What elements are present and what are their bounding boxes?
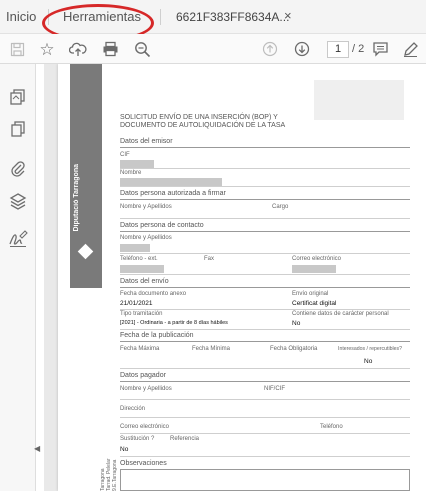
section-divider xyxy=(120,147,410,148)
label-correo-pagador: Correo electrónico xyxy=(120,424,170,430)
section-envio: Datos del envío xyxy=(120,278,169,285)
signature-icon[interactable] xyxy=(7,228,29,250)
value-interesados: No xyxy=(364,358,373,365)
section-divider xyxy=(120,341,410,342)
label-interesados: Interesados / repercutibles? xyxy=(338,346,403,352)
section-persona-contacto: Datos persona de contacto xyxy=(120,222,204,229)
label-cif: CIF xyxy=(120,152,130,158)
header-logo-placeholder xyxy=(314,80,404,120)
document-viewer[interactable]: Diputació Tarragona SOLICITUD ENVÍO DE U… xyxy=(44,64,426,491)
page-number-input[interactable]: 1 xyxy=(327,41,349,58)
value-contiene-datos: No xyxy=(292,320,301,327)
save-icon[interactable] xyxy=(7,39,27,59)
upload-share-icon[interactable] xyxy=(68,39,88,59)
pdf-page: Diputació Tarragona SOLICITUD ENVÍO DE U… xyxy=(58,64,426,491)
page-total: / 2 xyxy=(352,43,365,55)
label-fecha-obligatoria: Fecha Obligatoria xyxy=(270,346,318,352)
section-observaciones: Observaciones xyxy=(120,460,167,467)
section-divider xyxy=(120,199,410,200)
letterhead-band: Diputació Tarragona xyxy=(70,64,102,288)
label-pagador-nombre: Nombre y Apellidos xyxy=(120,386,172,392)
collapse-panel-icon[interactable]: ◀ xyxy=(34,444,40,453)
section-publicacion: Fecha de la publicación xyxy=(120,332,194,339)
next-page-icon[interactable] xyxy=(292,39,312,59)
section-persona-autorizada: Datos persona autorizada a firmar xyxy=(120,190,226,197)
section-divider xyxy=(120,381,410,382)
bookmark-star-icon[interactable]: ☆ xyxy=(37,39,57,59)
field-line xyxy=(120,309,410,310)
field-line xyxy=(120,433,410,434)
label-direccion: Dirección xyxy=(120,406,146,412)
tab-home[interactable]: Inicio xyxy=(6,9,36,24)
footer-address: Tarragona Tarrad. Pelelar 9.E.Tarragona xyxy=(100,458,118,491)
label-referencia: Referencia xyxy=(170,436,200,442)
left-tool-rail: ◀ xyxy=(0,64,40,491)
attachment-icon[interactable] xyxy=(7,158,29,180)
tab-separator xyxy=(48,9,49,25)
label-cargo: Cargo xyxy=(272,204,289,210)
field-line xyxy=(120,329,410,330)
field-line xyxy=(120,274,410,275)
diputacio-logo-icon xyxy=(77,243,94,260)
toolbar: ☆ 1 / 2 xyxy=(0,34,426,64)
label-tipo-tramitacion: Tipo tramitación xyxy=(120,311,163,317)
observaciones-box xyxy=(120,469,410,491)
label-correo: Correo electrónico xyxy=(292,256,342,262)
sign-pen-icon[interactable] xyxy=(400,39,420,59)
label-nombre: Nombre xyxy=(120,170,142,176)
field-line xyxy=(120,456,410,457)
document-title: SOLICITUD ENVÍO DE UNA INSERCIÓN (BOP) Y… xyxy=(120,114,286,129)
label-nombre-apellidos-contacto: Nombre y Apellidos xyxy=(120,235,172,241)
field-line xyxy=(120,368,410,369)
field-line xyxy=(120,253,410,254)
tab-document-label: 6621F383FF8634A... xyxy=(176,10,290,24)
close-tab-icon[interactable]: × xyxy=(284,8,292,23)
field-line xyxy=(120,218,410,219)
value-fecha-anexo: 21/01/2021 xyxy=(120,300,153,307)
previous-page-icon[interactable] xyxy=(260,39,280,59)
tab-bar: Inicio Herramientas 6621F383FF8634A... × xyxy=(0,0,426,42)
redacted-value xyxy=(120,160,154,168)
section-divider xyxy=(120,287,410,288)
label-sustitucion: Sustitución ? xyxy=(120,436,155,442)
comment-icon[interactable] xyxy=(370,39,390,59)
label-telefono: Teléfono xyxy=(320,424,343,430)
label-nombre-apellidos: Nombre y Apellidos xyxy=(120,204,172,210)
label-fecha-minima: Fecha Mínima xyxy=(192,346,231,352)
label-envio-original: Envío original xyxy=(292,291,329,297)
redacted-value xyxy=(120,244,150,252)
label-fecha-maxima: Fecha Máxima xyxy=(120,346,160,352)
tab-document[interactable]: 6621F383FF8634A... xyxy=(176,9,289,24)
tab-separator xyxy=(160,9,161,25)
field-line xyxy=(120,399,410,400)
label-contiene-datos: Contiene datos de carácter personal xyxy=(292,311,389,317)
field-line xyxy=(120,417,410,418)
print-icon[interactable] xyxy=(100,39,120,59)
layers-icon[interactable] xyxy=(7,190,29,212)
label-nif-cif: NIF/CIF xyxy=(264,386,285,392)
redacted-value xyxy=(120,178,222,186)
value-sustitucion: No xyxy=(120,446,129,453)
redacted-value xyxy=(292,265,336,273)
label-telefono-ext: Teléfono - ext. xyxy=(120,256,158,262)
section-emisor: Datos del emisor xyxy=(120,138,173,145)
tab-tools[interactable]: Herramientas xyxy=(63,9,141,24)
section-pagador: Datos pagador xyxy=(120,372,166,379)
page-thumbnails-icon[interactable] xyxy=(7,86,29,108)
value-envio-original: Certificat digital xyxy=(292,300,337,307)
copy-pages-icon[interactable] xyxy=(7,118,29,140)
value-tipo-tramitacion: [2021] - Ordinaria - a partir de 8 días … xyxy=(120,320,228,326)
field-line xyxy=(120,168,410,169)
redacted-value xyxy=(120,265,164,273)
band-text: Diputació Tarragona xyxy=(73,164,80,232)
label-fecha-anexo: Fecha documento anexo xyxy=(120,291,187,297)
section-divider xyxy=(120,231,410,232)
label-fax: Fax xyxy=(204,256,215,262)
zoom-search-icon[interactable] xyxy=(132,39,152,59)
field-line xyxy=(120,186,410,187)
